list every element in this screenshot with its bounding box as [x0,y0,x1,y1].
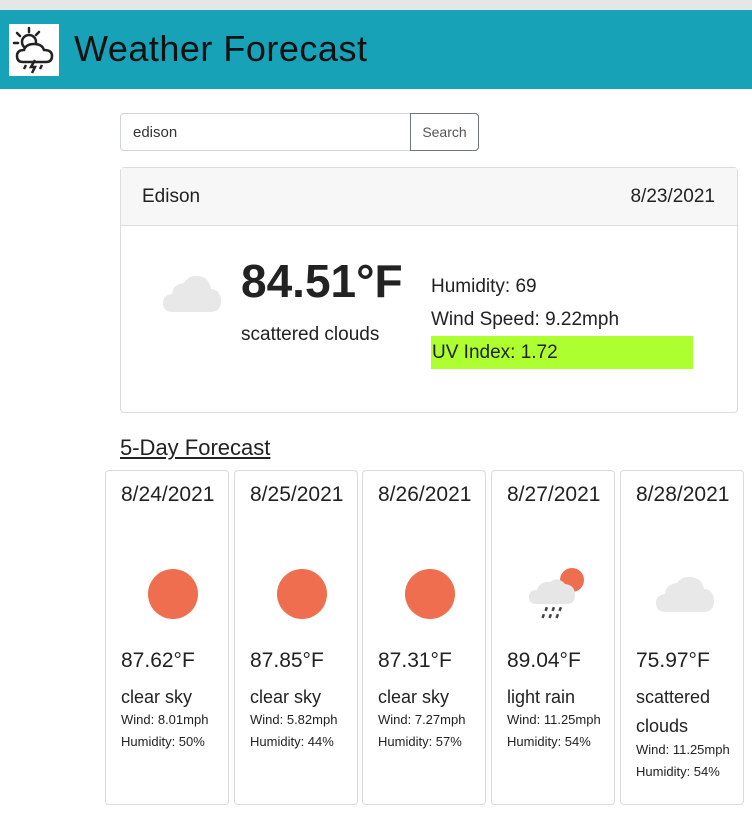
forecast-temperature: 75.97°F [636,649,710,672]
sun-icon [378,564,468,624]
thunderstorm-sun-icon [9,24,59,76]
forecast-card: 8/25/2021 87.85°F clear sky Wind: 5.82mp… [234,470,358,805]
forecast-date: 8/25/2021 [250,483,344,506]
current-weather-card: Edison 8/23/2021 84.51°F scattered cloud… [120,167,738,413]
forecast-temperature: 87.85°F [250,649,324,672]
page-title: Weather Forecast [74,28,368,69]
forecast-heading: 5-Day Forecast [120,435,271,460]
current-temperature: 84.51°F [241,255,403,307]
uv-index-badge: UV Index: 1.72 [431,336,693,369]
cloud-icon [636,564,726,624]
forecast-card: 8/27/2021 89.04°F light rain Wind: 11.25… [491,470,615,805]
forecast-description: light rain [507,687,576,707]
forecast-temperature: 87.31°F [378,649,452,672]
city-name: Edison [142,186,201,207]
forecast-description: scattered clouds [636,687,711,736]
forecast-temperature: 87.62°F [121,649,195,672]
sun-icon [250,564,340,624]
current-date: 8/23/2021 [630,186,715,207]
rain-cloud-sun-icon [507,564,597,624]
current-wind-speed: Wind Speed: 9.22mph [431,309,620,330]
forecast-humidity: Humidity: 57% [378,734,462,749]
sun-icon [121,564,211,624]
forecast-wind: Wind: 11.25mph [507,712,601,727]
forecast-wind: Wind: 7.27mph [378,712,466,727]
forecast-description: clear sky [250,687,322,707]
forecast-date: 8/24/2021 [121,483,215,506]
forecast-card: 8/28/2021 75.97°F scattered clouds Wind:… [620,470,744,805]
current-weather-header: Edison 8/23/2021 [121,168,737,226]
forecast-description: clear sky [121,687,193,707]
forecast-humidity: Humidity: 54% [636,764,720,779]
forecast-temperature: 89.04°F [507,649,581,672]
forecast-card: 8/24/2021 87.62°F clear sky Wind: 8.01mp… [105,470,229,805]
forecast-wind: Wind: 8.01mph [121,712,209,727]
cloud-icon [161,274,223,319]
forecast-humidity: Humidity: 50% [121,734,205,749]
browser-top-strip [0,0,752,10]
current-humidity: Humidity: 69 [431,276,537,297]
search-button[interactable]: Search [410,113,479,151]
forecast-card: 8/26/2021 87.31°F clear sky Wind: 7.27mp… [362,470,486,805]
forecast-humidity: Humidity: 54% [507,734,591,749]
city-search-input[interactable] [120,113,412,151]
forecast-date: 8/26/2021 [378,483,472,506]
forecast-wind: Wind: 11.25mph [636,742,730,757]
app-header: Weather Forecast [0,10,752,89]
forecast-wind: Wind: 5.82mph [250,712,338,727]
current-description: scattered clouds [241,324,380,345]
forecast-date: 8/27/2021 [507,483,601,506]
forecast-date: 8/28/2021 [636,483,730,506]
forecast-humidity: Humidity: 44% [250,734,334,749]
forecast-description: clear sky [378,687,450,707]
